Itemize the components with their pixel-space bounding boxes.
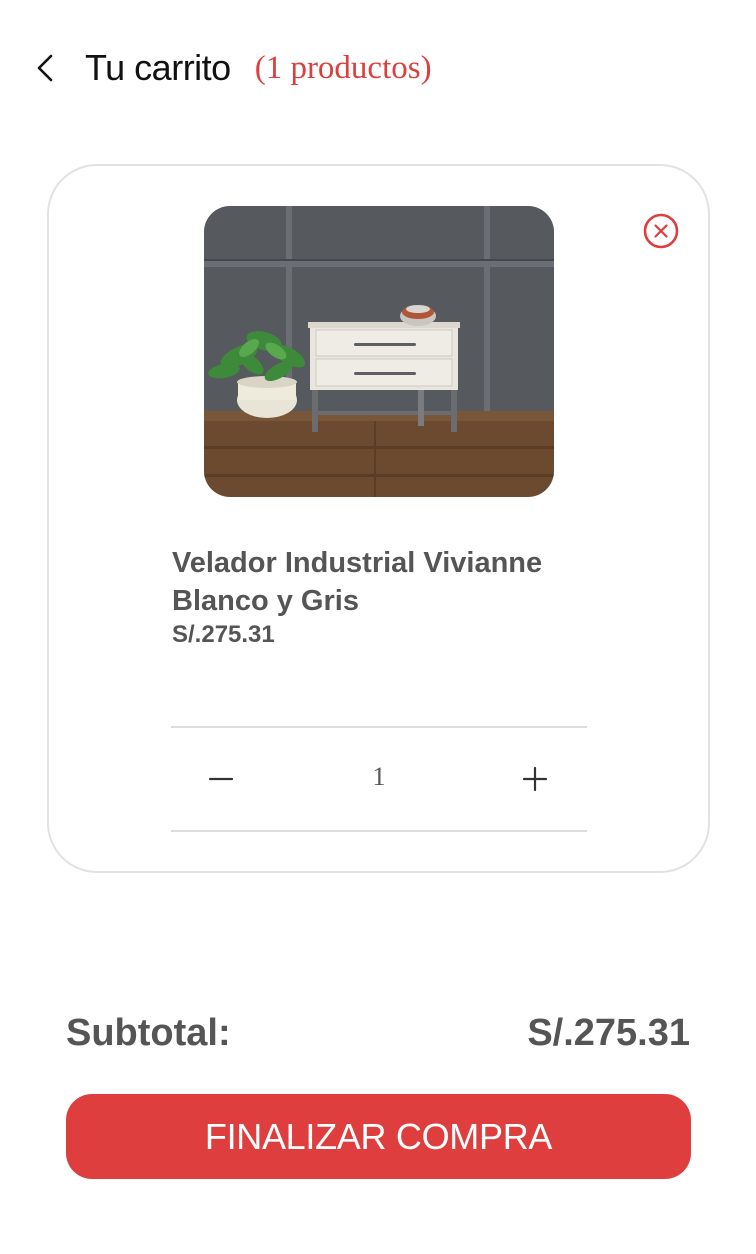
- product-name: Velador Industrial Vivianne Blanco y Gri…: [172, 547, 543, 617]
- cart-header: Tu carrito (1 productos): [30, 40, 432, 96]
- cart-item-card: Velador Industrial Vivianne Blanco y Gri…: [47, 164, 710, 873]
- item-count: (1 productos): [254, 49, 432, 86]
- quantity-stepper: 1: [171, 726, 587, 832]
- minus-icon: [208, 777, 234, 781]
- cart-page: Tu carrito (1 productos) Velador Industr…: [0, 0, 756, 1254]
- close-circle-icon: [643, 213, 679, 249]
- checkout-button[interactable]: FINALIZAR COMPRA: [66, 1094, 691, 1179]
- product-price: S/.275.31: [172, 621, 275, 648]
- product-image: [204, 206, 554, 497]
- chevron-left-icon: [37, 54, 53, 82]
- subtotal-value: S/.275.31: [527, 1012, 690, 1054]
- back-button[interactable]: [30, 48, 60, 88]
- nightstand-photo: [204, 206, 554, 497]
- page-title: Tu carrito: [85, 47, 231, 88]
- remove-item-button[interactable]: [643, 213, 679, 249]
- plus-icon: [522, 766, 548, 792]
- decrease-quantity-button[interactable]: [196, 754, 246, 804]
- increase-quantity-button[interactable]: [510, 754, 560, 804]
- quantity-value: 1: [372, 762, 386, 791]
- subtotal-label: Subtotal:: [66, 1012, 231, 1054]
